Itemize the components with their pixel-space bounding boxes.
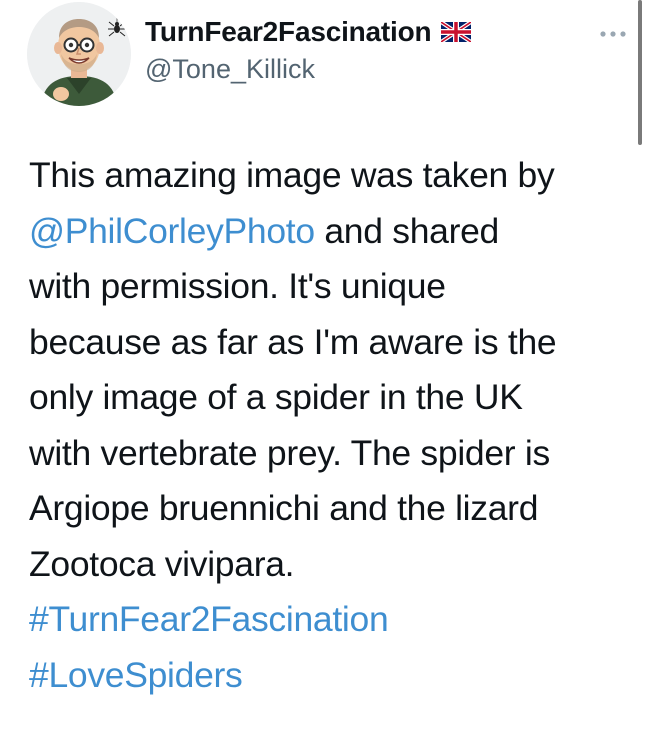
scrollbar[interactable] <box>638 0 642 145</box>
mention-link[interactable]: @PhilCorleyPhoto <box>29 211 315 251</box>
tweet-line: with vertebrate prey. The spider is <box>29 432 550 473</box>
more-options-icon[interactable] <box>595 24 631 44</box>
hashtag-link[interactable]: #LoveSpiders <box>29 648 629 704</box>
tweet-card: TurnFear2Fascination @Tone_Killick This … <box>0 0 649 750</box>
hashtag-link[interactable]: #TurnFear2Fascination <box>29 592 629 648</box>
uk-flag-icon <box>440 20 473 44</box>
cartoon-avatar-icon <box>27 2 131 106</box>
tweet-text: This amazing image was taken by @PhilCor… <box>29 148 629 703</box>
avatar[interactable] <box>27 2 131 106</box>
tweet-line: because as far as I'm aware is the <box>29 321 557 362</box>
tweet-line: only image of a spider in the UK <box>29 377 523 417</box>
display-name-row: TurnFear2Fascination <box>145 14 473 50</box>
tweet-line: This amazing image was taken by <box>29 155 555 195</box>
tweet-line: Argiope bruennichi and the lizard <box>29 488 539 528</box>
tweet-line: with permission. It's unique <box>29 266 446 306</box>
tweet-line: @PhilCorleyPhoto and shared <box>29 204 629 260</box>
display-name[interactable]: TurnFear2Fascination <box>145 16 432 48</box>
user-handle[interactable]: @Tone_Killick <box>145 54 315 85</box>
tweet-line-text: and shared <box>314 210 499 251</box>
tweet-line: Zootoca vivipara. <box>29 543 295 584</box>
tweet-header: TurnFear2Fascination @Tone_Killick <box>27 2 627 106</box>
